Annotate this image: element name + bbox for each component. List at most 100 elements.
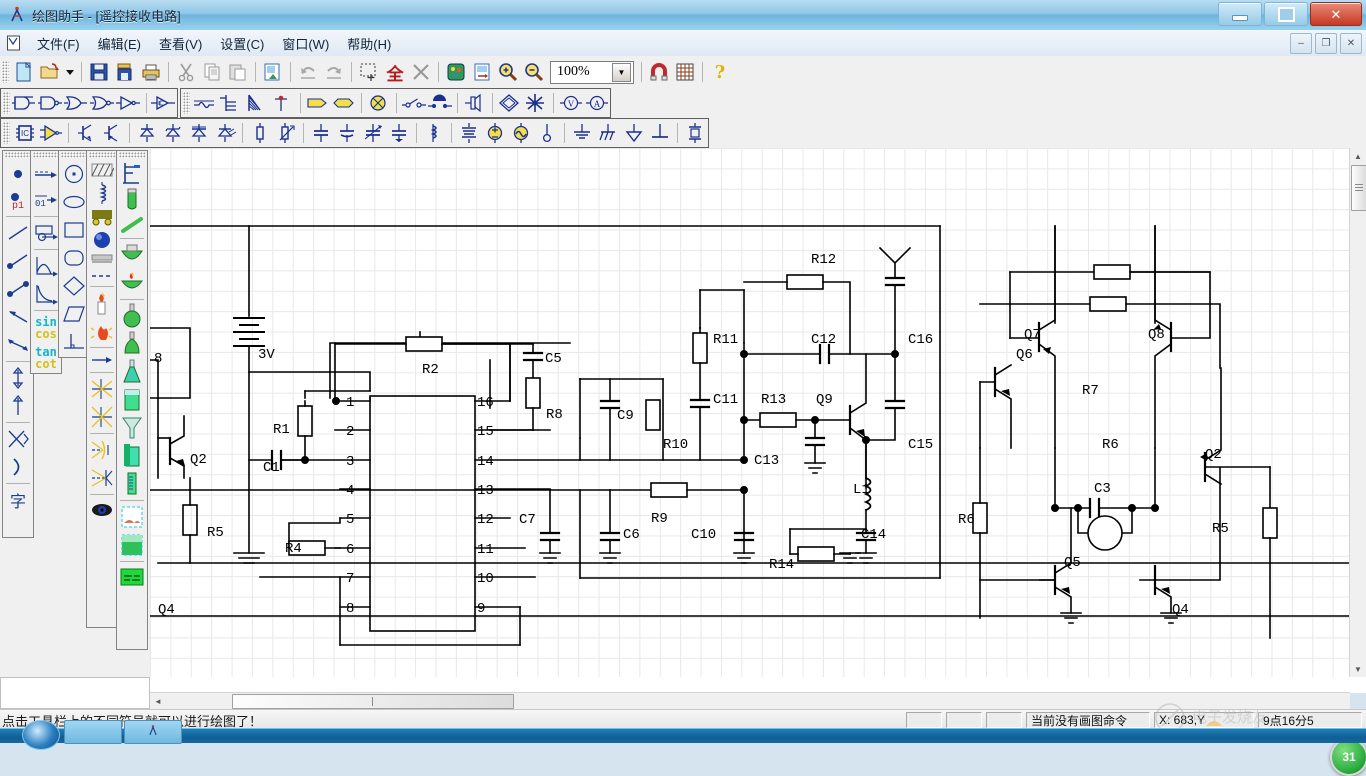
vertical-double-arrow-icon[interactable]	[4, 364, 32, 392]
switch-pushbutton-icon[interactable]	[427, 90, 453, 116]
resistor-icon[interactable]	[247, 120, 273, 146]
diamond-icon[interactable]	[60, 272, 88, 300]
delete-icon[interactable]	[408, 59, 434, 85]
toolbar-grip[interactable]	[3, 92, 10, 114]
hatch-fill-icon[interactable]	[88, 160, 116, 180]
schmitt-trigger-icon[interactable]	[151, 90, 177, 116]
horizontal-scrollbar[interactable]: ◄	[150, 692, 1350, 709]
binary-vector-icon[interactable]: 01	[32, 188, 60, 214]
double-arrow-icon[interactable]	[4, 331, 32, 359]
evaporating-dish-icon[interactable]	[118, 241, 146, 269]
zoom-in-icon[interactable]	[495, 59, 521, 85]
diverging-rays-icon[interactable]	[88, 403, 116, 431]
ring-stand-icon[interactable]	[118, 160, 146, 186]
line-icon[interactable]	[4, 219, 32, 247]
arc-icon[interactable]	[4, 453, 32, 481]
undo-icon[interactable]	[295, 59, 321, 85]
ac-source-icon[interactable]	[508, 120, 534, 146]
sin-cos-icon[interactable]: sin cos	[32, 313, 60, 343]
alcohol-burner-icon[interactable]	[118, 269, 146, 297]
named-point-icon[interactable]: p1	[4, 188, 32, 214]
horizontal-scroll-thumb[interactable]	[232, 694, 514, 709]
start-orb-icon[interactable]	[22, 720, 60, 750]
graduated-cylinder-icon[interactable]	[118, 470, 146, 498]
toolbar-grip[interactable]	[2, 61, 9, 83]
tan-cot-icon[interactable]: tan cot	[32, 343, 60, 373]
signal-ground-icon[interactable]	[621, 120, 647, 146]
ray-icon[interactable]	[4, 247, 32, 275]
label-tag-icon[interactable]	[305, 90, 331, 116]
palette-grip[interactable]	[61, 152, 87, 158]
lens-rays-icon[interactable]	[88, 436, 116, 464]
save-as-icon[interactable]	[112, 59, 138, 85]
not-gate-icon[interactable]	[116, 90, 142, 116]
select-all-icon[interactable]: 全	[382, 59, 408, 85]
glass-rod-icon[interactable]	[118, 214, 146, 236]
battery-cell-icon[interactable]	[682, 120, 708, 146]
ball-icon[interactable]	[88, 228, 116, 252]
crystal-icon[interactable]	[497, 90, 523, 116]
open-file-icon[interactable]	[37, 59, 63, 85]
scroll-down-arrow[interactable]: ▼	[1350, 661, 1366, 677]
print-icon[interactable]	[138, 59, 164, 85]
mdi-minimize-button[interactable]: –	[1290, 33, 1312, 54]
terminal-icon[interactable]	[534, 120, 560, 146]
candle-icon[interactable]	[88, 289, 116, 317]
color-palette-icon[interactable]	[443, 59, 469, 85]
parallelogram-icon[interactable]	[60, 300, 88, 328]
chevron-down-icon[interactable]: ▼	[612, 62, 631, 82]
menu-window[interactable]: 窗口(W)	[273, 31, 338, 56]
text-icon[interactable]: 字	[4, 486, 32, 514]
windows-taskbar[interactable]	[0, 720, 1366, 750]
scroll-up-arrow[interactable]: ▲	[1350, 148, 1366, 164]
transformer-core-icon[interactable]	[456, 120, 482, 146]
funnel-icon[interactable]	[118, 414, 146, 442]
save-icon[interactable]	[86, 59, 112, 85]
mdi-close-button[interactable]: ✕	[1340, 33, 1362, 54]
trimmer-capacitor-icon[interactable]	[386, 120, 412, 146]
cart-icon[interactable]	[88, 206, 116, 228]
drawing-canvas[interactable]: 3V R1 R2 R4 R5 Q2 Q4 C1 C5 R8 C9 R10 C7 …	[150, 148, 1366, 693]
vertical-scroll-thumb[interactable]	[1351, 165, 1366, 211]
inductor-icon[interactable]	[421, 120, 447, 146]
perpendicular-icon[interactable]	[60, 328, 88, 356]
spark-gap-icon[interactable]	[523, 90, 549, 116]
arrow-left-icon[interactable]	[4, 303, 32, 331]
segment-icon[interactable]	[4, 275, 32, 303]
net-label-icon[interactable]	[331, 90, 357, 116]
nand-gate-icon[interactable]	[38, 90, 64, 116]
menu-settings[interactable]: 设置(C)	[211, 31, 273, 56]
palette-grip[interactable]	[5, 152, 31, 158]
menu-view[interactable]: 查看(V)	[150, 31, 211, 56]
pulley-icon[interactable]	[32, 219, 60, 247]
signal-line-icon[interactable]	[192, 90, 218, 116]
taskbar-item-2[interactable]	[124, 720, 182, 744]
flame-icon[interactable]	[88, 317, 116, 345]
pnp-transistor-icon[interactable]	[99, 120, 125, 146]
curve-plot-icon[interactable]	[32, 252, 60, 280]
flat-flask-icon[interactable]	[118, 330, 146, 358]
bus-tap-icon[interactable]	[218, 90, 244, 116]
dashed-line-icon[interactable]	[88, 268, 116, 284]
conical-flask-icon[interactable]	[118, 358, 146, 386]
ground-earth-icon[interactable]	[569, 120, 595, 146]
select-region-icon[interactable]	[356, 59, 382, 85]
zener-diode-icon[interactable]	[160, 120, 186, 146]
eye-icon[interactable]	[88, 497, 116, 523]
copy-icon[interactable]	[199, 59, 225, 85]
vector-arrow-icon[interactable]	[32, 160, 60, 188]
toolbar-grip[interactable]	[3, 122, 10, 144]
lamp-icon[interactable]	[366, 90, 392, 116]
antenna-dipole-icon[interactable]	[244, 90, 270, 116]
ammeter-icon[interactable]: A	[584, 90, 610, 116]
junction-node-icon[interactable]	[270, 90, 296, 116]
help-icon[interactable]: ?	[707, 59, 733, 85]
zoom-out-icon[interactable]	[521, 59, 547, 85]
spring-icon[interactable]	[88, 180, 116, 206]
open-dropdown-icon[interactable]	[63, 59, 77, 85]
water-tank-icon[interactable]	[118, 564, 146, 590]
ground-plane-icon[interactable]	[647, 120, 673, 146]
redo-icon[interactable]	[321, 59, 347, 85]
rectangle-icon[interactable]	[60, 216, 88, 244]
voltmeter-icon[interactable]: V	[558, 90, 584, 116]
